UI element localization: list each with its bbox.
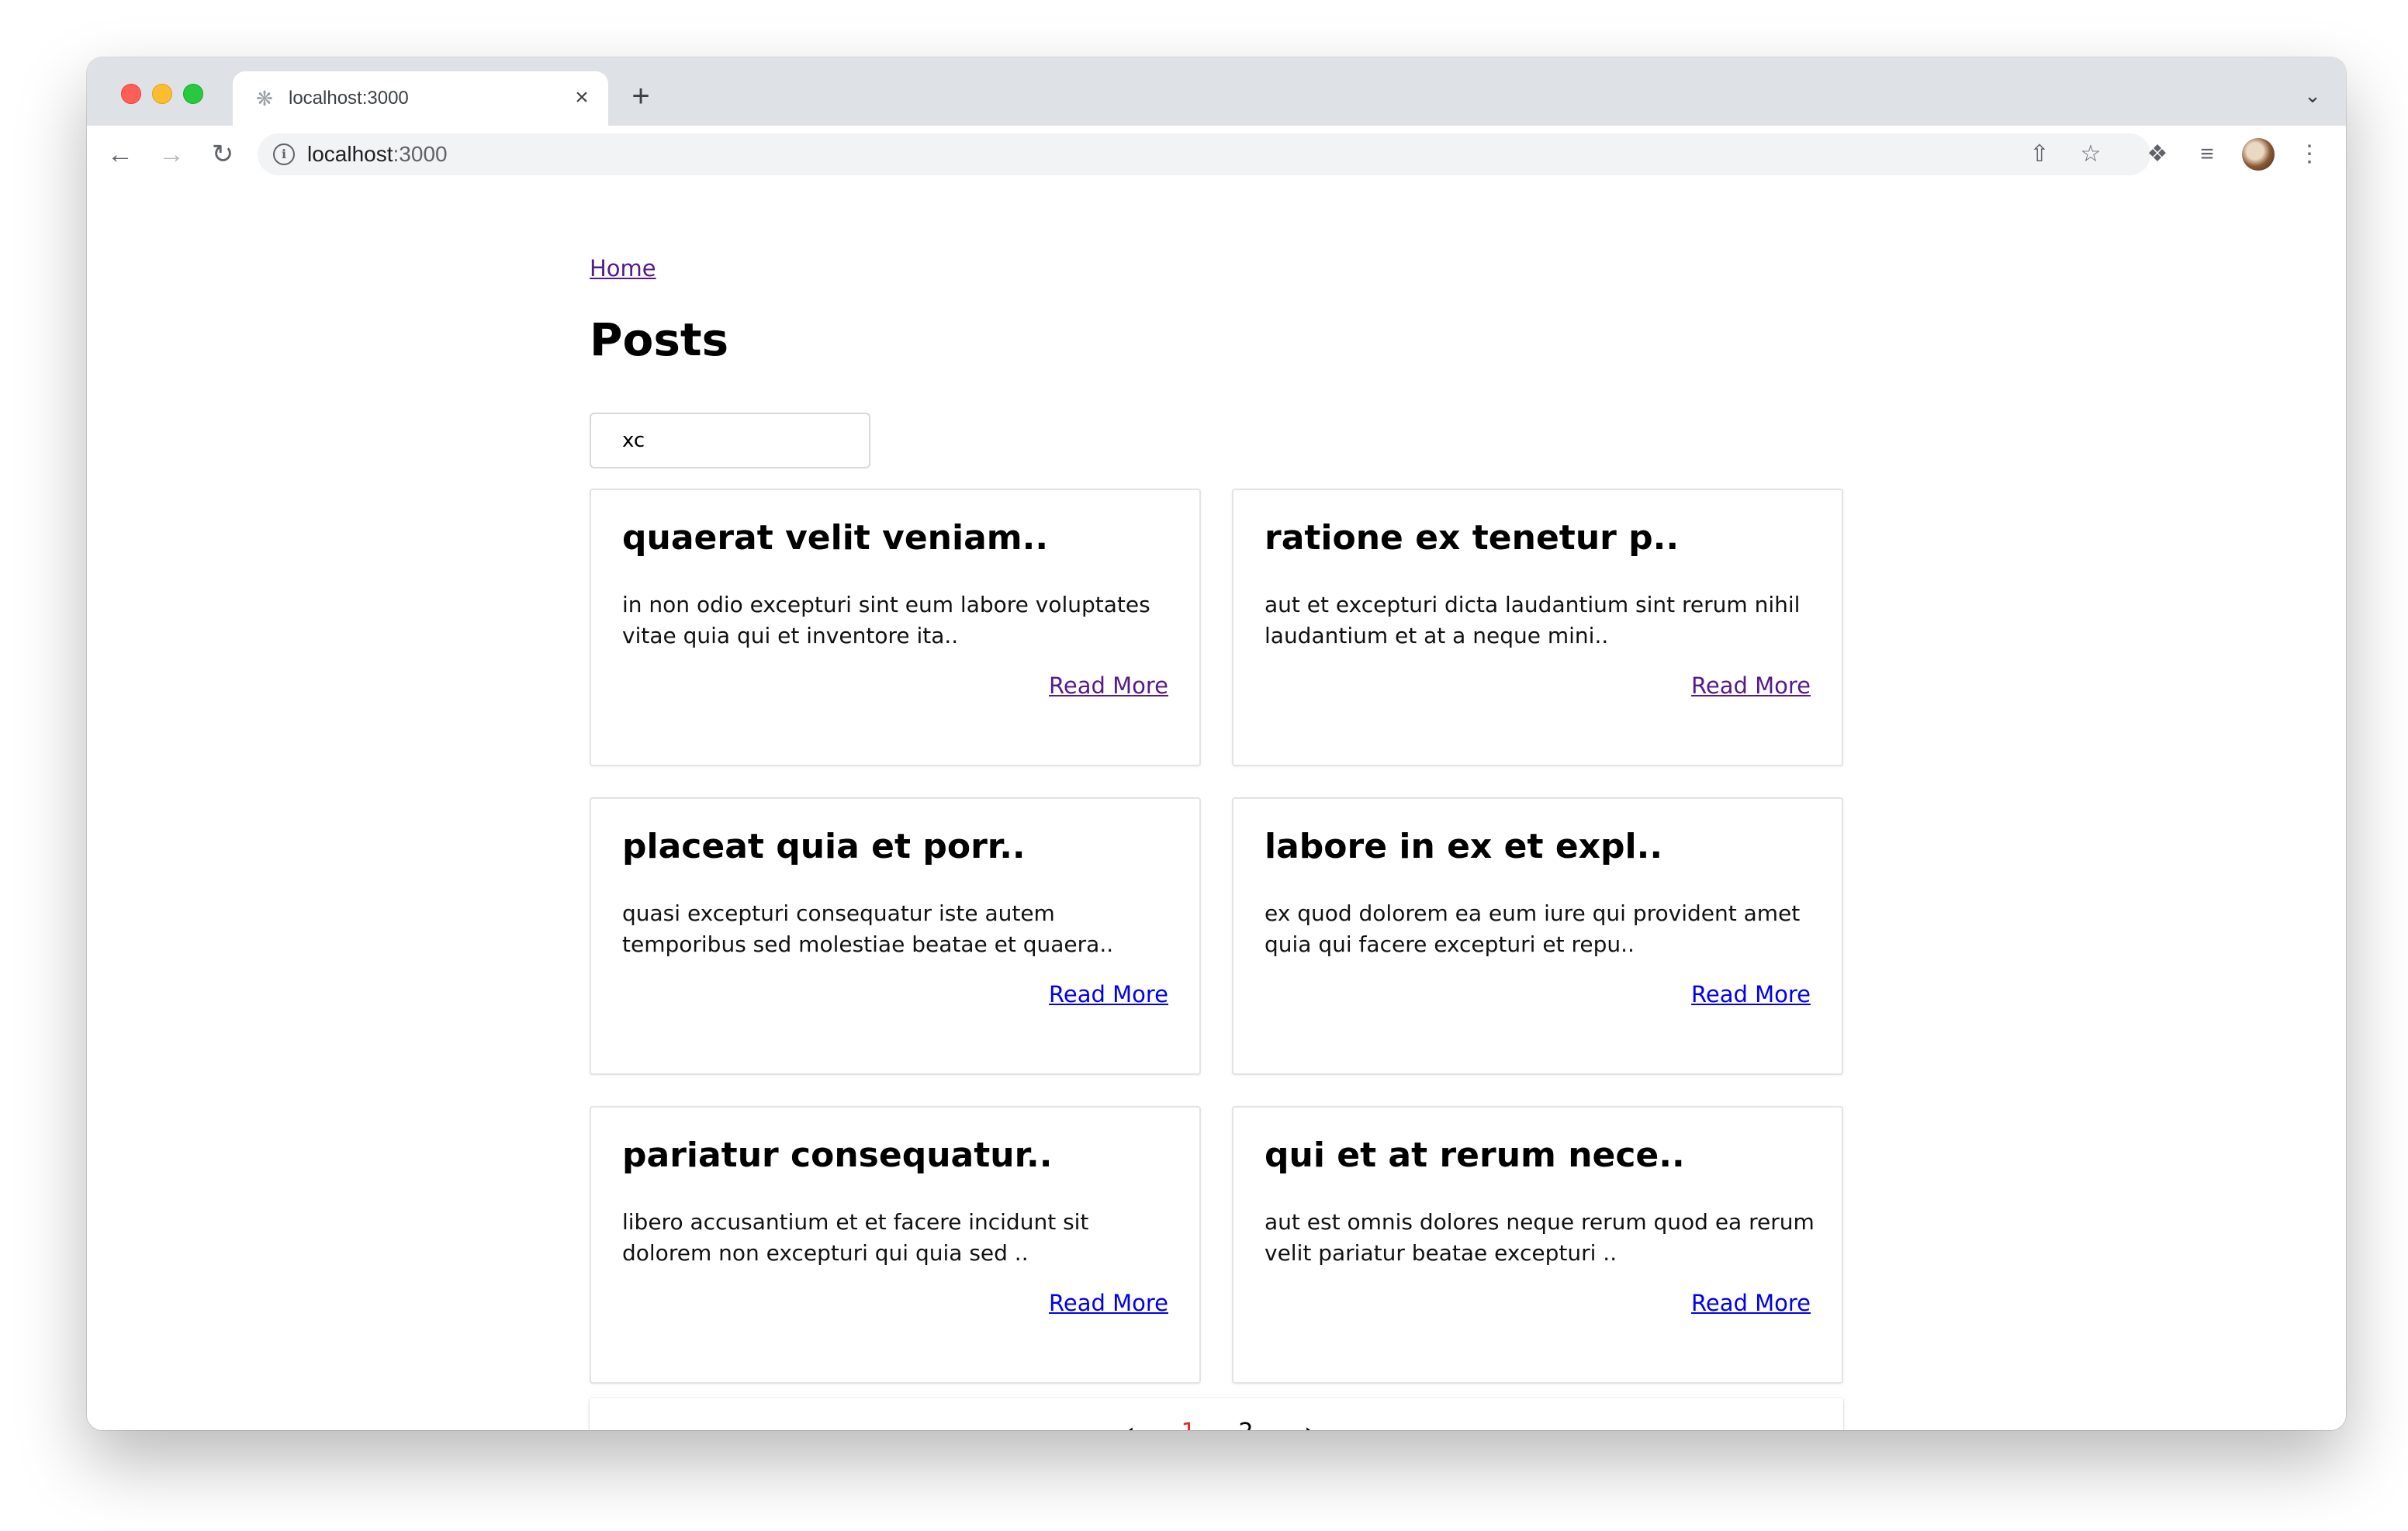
home-link[interactable]: Home <box>590 253 656 284</box>
forward-arrow-icon[interactable]: → <box>155 138 188 171</box>
page-title: Posts <box>590 313 729 366</box>
browser-toolbar: ← → ↻ i localhost:3000 ⇧ ☆ ❖ ≡ ⋮ <box>87 126 2346 185</box>
star-icon[interactable]: ☆ <box>2076 140 2105 169</box>
post-title: placeat quia et porr.. <box>622 827 1026 866</box>
post-card: placeat quia et porr.. quasi excepturi c… <box>590 797 1201 1075</box>
favicon-icon: ❋ <box>256 87 273 110</box>
address-bar[interactable]: i localhost:3000 ⇧ ☆ <box>258 133 2150 175</box>
chevron-down-icon[interactable]: ⌄ <box>2301 84 2324 107</box>
post-excerpt: in non odio excepturi sint eum labore vo… <box>622 592 1150 648</box>
search-input[interactable] <box>590 413 870 468</box>
page-1-button[interactable]: 1 <box>1173 1413 1204 1430</box>
chevron-right-icon[interactable]: › <box>1294 1413 1325 1430</box>
kebab-menu-icon[interactable]: ⋮ <box>2293 138 2326 171</box>
post-title: quaerat velit veniam.. <box>622 518 1049 558</box>
queue-icon[interactable]: ≡ <box>2191 138 2223 171</box>
close-icon[interactable]: × <box>568 84 596 112</box>
post-excerpt: quasi excepturi consequatur iste autem t… <box>622 900 1114 957</box>
post-excerpt: ex quod dolorem ea eum iure qui providen… <box>1265 900 1801 957</box>
read-more-link[interactable]: Read More <box>1049 670 1168 701</box>
read-more-link[interactable]: Read More <box>1691 979 1811 1010</box>
plus-icon[interactable]: + <box>625 81 656 112</box>
post-title: pariatur consequatur.. <box>622 1135 1053 1175</box>
close-window-button[interactable] <box>121 84 141 104</box>
maximize-window-button[interactable] <box>183 84 203 104</box>
reload-icon[interactable]: ↻ <box>206 138 239 171</box>
back-arrow-icon[interactable]: ← <box>104 138 137 171</box>
post-title: labore in ex et expl.. <box>1265 827 1663 866</box>
minimize-window-button[interactable] <box>152 84 172 104</box>
tab-localhost[interactable]: ❋ localhost:3000 × <box>233 71 608 126</box>
post-card: pariatur consequatur.. libero accusantiu… <box>590 1106 1201 1384</box>
read-more-link[interactable]: Read More <box>1691 1287 1811 1318</box>
share-icon[interactable]: ⇧ <box>2025 140 2054 169</box>
post-card: quaerat velit veniam.. in non odio excep… <box>590 489 1201 766</box>
url-port: :3000 <box>393 142 448 166</box>
tab-title: localhost:3000 <box>289 88 409 109</box>
puzzle-icon[interactable]: ❖ <box>2141 138 2174 171</box>
chevron-left-icon[interactable]: ‹ <box>1114 1413 1145 1430</box>
post-excerpt: aut et excepturi dicta laudantium sint r… <box>1265 592 1801 648</box>
url-text[interactable]: localhost:3000 <box>307 141 448 168</box>
read-more-link[interactable]: Read More <box>1049 979 1168 1010</box>
post-excerpt: libero accusantium et et facere incidunt… <box>622 1209 1089 1266</box>
pagination: ‹ 1 2 › <box>590 1398 1843 1430</box>
post-title: ratione ex tenetur p.. <box>1265 518 1680 558</box>
page-content: Home Posts quaerat velit veniam.. in non… <box>87 183 2346 1430</box>
avatar[interactable] <box>2242 138 2275 171</box>
post-card: qui et at rerum nece.. aut est omnis dol… <box>1232 1106 1843 1384</box>
post-title: qui et at rerum nece.. <box>1265 1135 1685 1175</box>
read-more-link[interactable]: Read More <box>1691 670 1811 701</box>
browser-window: ❋ localhost:3000 × + ⌄ ← → ↻ i localhost… <box>87 57 2346 1430</box>
read-more-link[interactable]: Read More <box>1049 1287 1168 1318</box>
info-icon[interactable]: i <box>273 143 295 165</box>
post-excerpt: aut est omnis dolores neque rerum quod e… <box>1265 1209 1815 1266</box>
tab-bar: ❋ localhost:3000 × + ⌄ <box>87 57 2346 126</box>
post-card: labore in ex et expl.. ex quod dolorem e… <box>1232 797 1843 1075</box>
page-2-button[interactable]: 2 <box>1230 1413 1261 1430</box>
url-host: localhost <box>307 142 393 166</box>
post-card: ratione ex tenetur p.. aut et excepturi … <box>1232 489 1843 766</box>
